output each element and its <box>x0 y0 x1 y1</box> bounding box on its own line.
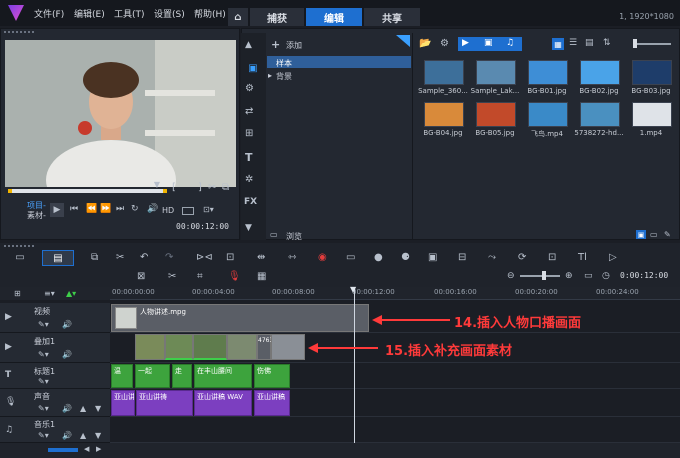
annotation-arrowhead <box>372 315 382 325</box>
annotation-arrows <box>308 315 450 353</box>
annotation-arrowhead <box>308 343 318 353</box>
annotation-15: 15.插入补充画面素材 <box>385 344 513 359</box>
annotation-14: 14.插入人物口播画面 <box>454 316 582 331</box>
